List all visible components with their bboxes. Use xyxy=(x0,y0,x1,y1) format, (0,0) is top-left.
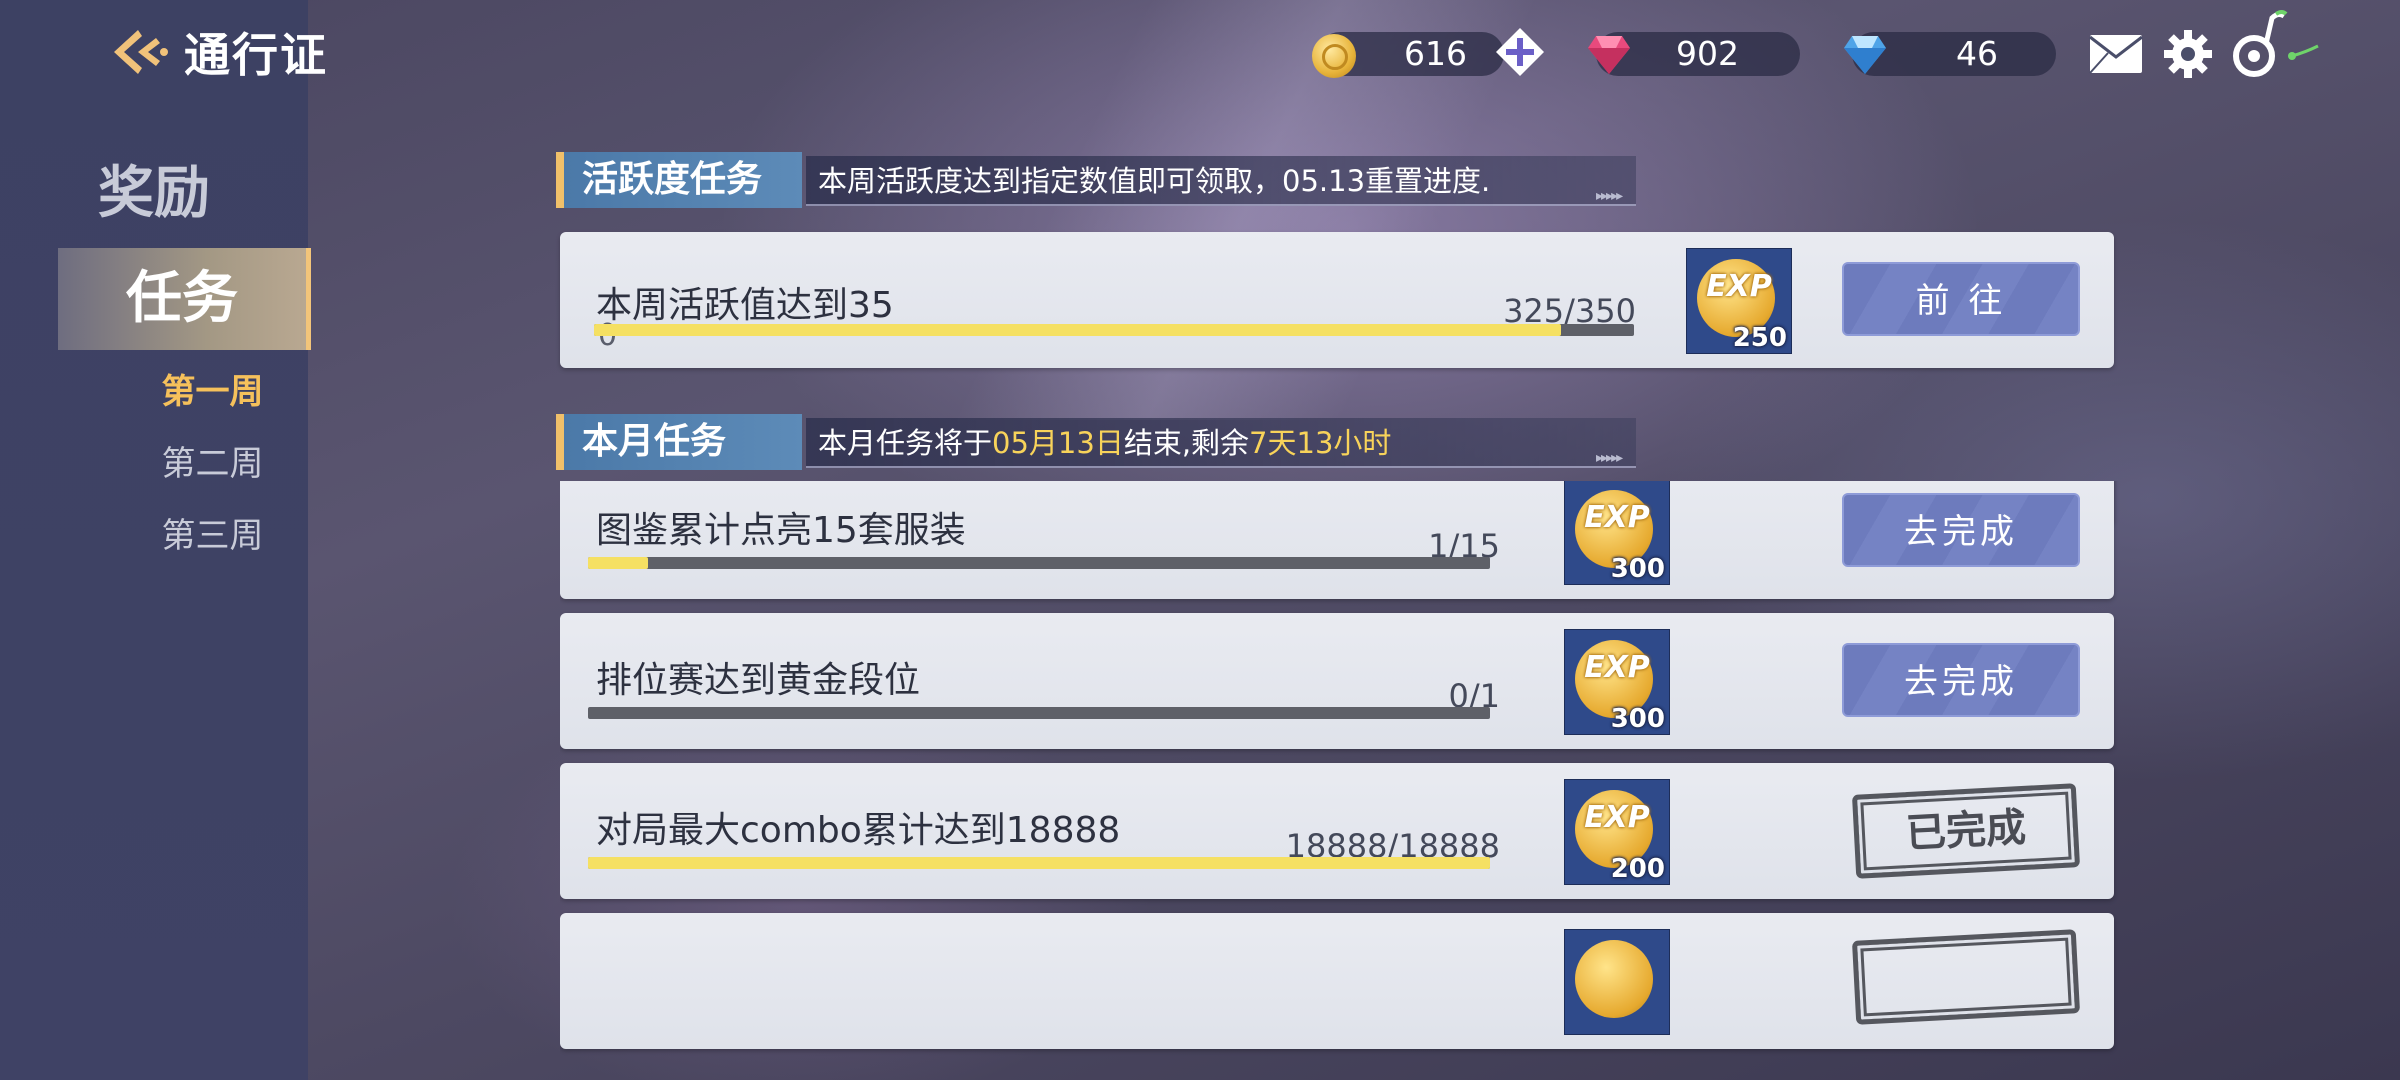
progress-bar xyxy=(588,707,1490,719)
completed-stamp xyxy=(1851,929,2081,1025)
task-label: 本周活跃值达到35 xyxy=(596,285,894,326)
arrows-decoration: ▸▸▸▸▸ xyxy=(1596,450,1623,466)
music-note-icon[interactable] xyxy=(2226,8,2336,78)
coin-amount: 616 xyxy=(1404,34,1467,73)
activity-section-tab: 活跃度任务 xyxy=(556,152,802,208)
desc-end-date: 05月13日 xyxy=(992,426,1124,460)
mail-icon[interactable] xyxy=(2088,33,2144,75)
blue-diamond-amount: 46 xyxy=(1956,34,1998,73)
task-label: 排位赛达到黄金段位 xyxy=(596,660,921,701)
desc-text-b: 结束,剩余 xyxy=(1123,426,1250,460)
desc-time-remaining: 7天13小时 xyxy=(1249,426,1392,460)
progress-fill xyxy=(588,557,649,569)
sidebar: 奖励 任务 第一周 第二周 第三周 xyxy=(0,0,311,1080)
exp-reward: EXP 300 xyxy=(1564,481,1670,585)
task-label: 对局最大combo累计达到18888 xyxy=(596,810,1121,851)
progress-bar xyxy=(588,857,1490,869)
monthly-task-list[interactable]: 家园等级达到10级7/10EXP150去完成图鉴累计点亮15套服装1/15EXP… xyxy=(560,481,2120,1056)
exp-reward: EXP 300 xyxy=(1564,629,1670,735)
coin-icon xyxy=(1312,34,1356,78)
activity-task-card: 本周活跃值达到35 0 325/350 EXP 250 前 往 xyxy=(560,232,2114,368)
week-tab-3[interactable]: 第三周 xyxy=(0,508,425,557)
monthly-section-tab: 本月任务 xyxy=(556,414,802,470)
go-button[interactable]: 前 往 xyxy=(1842,262,2080,336)
monthly-task-card: 图鉴累计点亮15套服装 1/15 EXP 300 去完成 xyxy=(560,481,2114,599)
exp-amount: 300 xyxy=(1610,554,1665,584)
exp-word: EXP xyxy=(1584,500,1650,535)
exp-reward: EXP 250 xyxy=(1686,248,1792,354)
exp-coin-icon xyxy=(1575,940,1653,1018)
monthly-task-card-partial xyxy=(560,913,2114,1049)
back-arrow-icon[interactable] xyxy=(108,26,170,78)
week-tab-1[interactable]: 第一周 xyxy=(0,364,425,413)
complete-button[interactable]: 去完成 xyxy=(1842,643,2080,717)
task-label: 图鉴累计点亮15套服装 xyxy=(596,510,966,551)
desc-text-a: 本月任务将于 xyxy=(818,426,993,460)
progress-fill xyxy=(588,857,1490,869)
monthly-task-card: 对局最大combo累计达到18888 18888/18888 EXP 200 已完成 xyxy=(560,763,2114,899)
exp-amount: 200 xyxy=(1610,854,1665,884)
arrows-decoration: ▸▸▸▸▸ xyxy=(1596,188,1623,204)
page-header: 通行证 xyxy=(108,22,328,82)
complete-button[interactable]: 去完成 xyxy=(1842,493,2080,567)
pink-gem-amount: 902 xyxy=(1676,34,1739,73)
monthly-task-card: 排位赛达到黄金段位 0/1 EXP 300 去完成 xyxy=(560,613,2114,749)
blue-diamond-icon xyxy=(1844,36,1886,74)
progress-bar xyxy=(594,324,1634,336)
exp-reward xyxy=(1564,929,1670,1035)
settings-gear-icon[interactable] xyxy=(2162,28,2214,80)
exp-word: EXP xyxy=(1584,800,1650,835)
activity-section-desc: 本周活跃度达到指定数值即可领取，05.13重置进度. xyxy=(806,156,1636,206)
add-coins-icon[interactable] xyxy=(1494,26,1546,78)
exp-amount: 250 xyxy=(1732,323,1787,353)
monthly-section-desc: 本月任务将于05月13日结束,剩余7天13小时 xyxy=(806,418,1636,468)
completed-stamp: 已完成 xyxy=(1851,783,2081,879)
exp-reward: EXP 200 xyxy=(1564,779,1670,885)
week-tab-2[interactable]: 第二周 xyxy=(0,436,425,485)
progress-bar xyxy=(588,557,1490,569)
page-title: 通行证 xyxy=(184,28,328,82)
progress-fill xyxy=(594,324,1562,336)
exp-amount: 300 xyxy=(1610,704,1665,734)
sidebar-item-reward[interactable]: 奖励 xyxy=(0,148,308,229)
sidebar-item-task[interactable]: 任务 xyxy=(58,248,311,350)
exp-word: EXP xyxy=(1584,650,1650,685)
exp-word: EXP xyxy=(1706,269,1772,304)
pink-gem-icon xyxy=(1588,36,1630,74)
